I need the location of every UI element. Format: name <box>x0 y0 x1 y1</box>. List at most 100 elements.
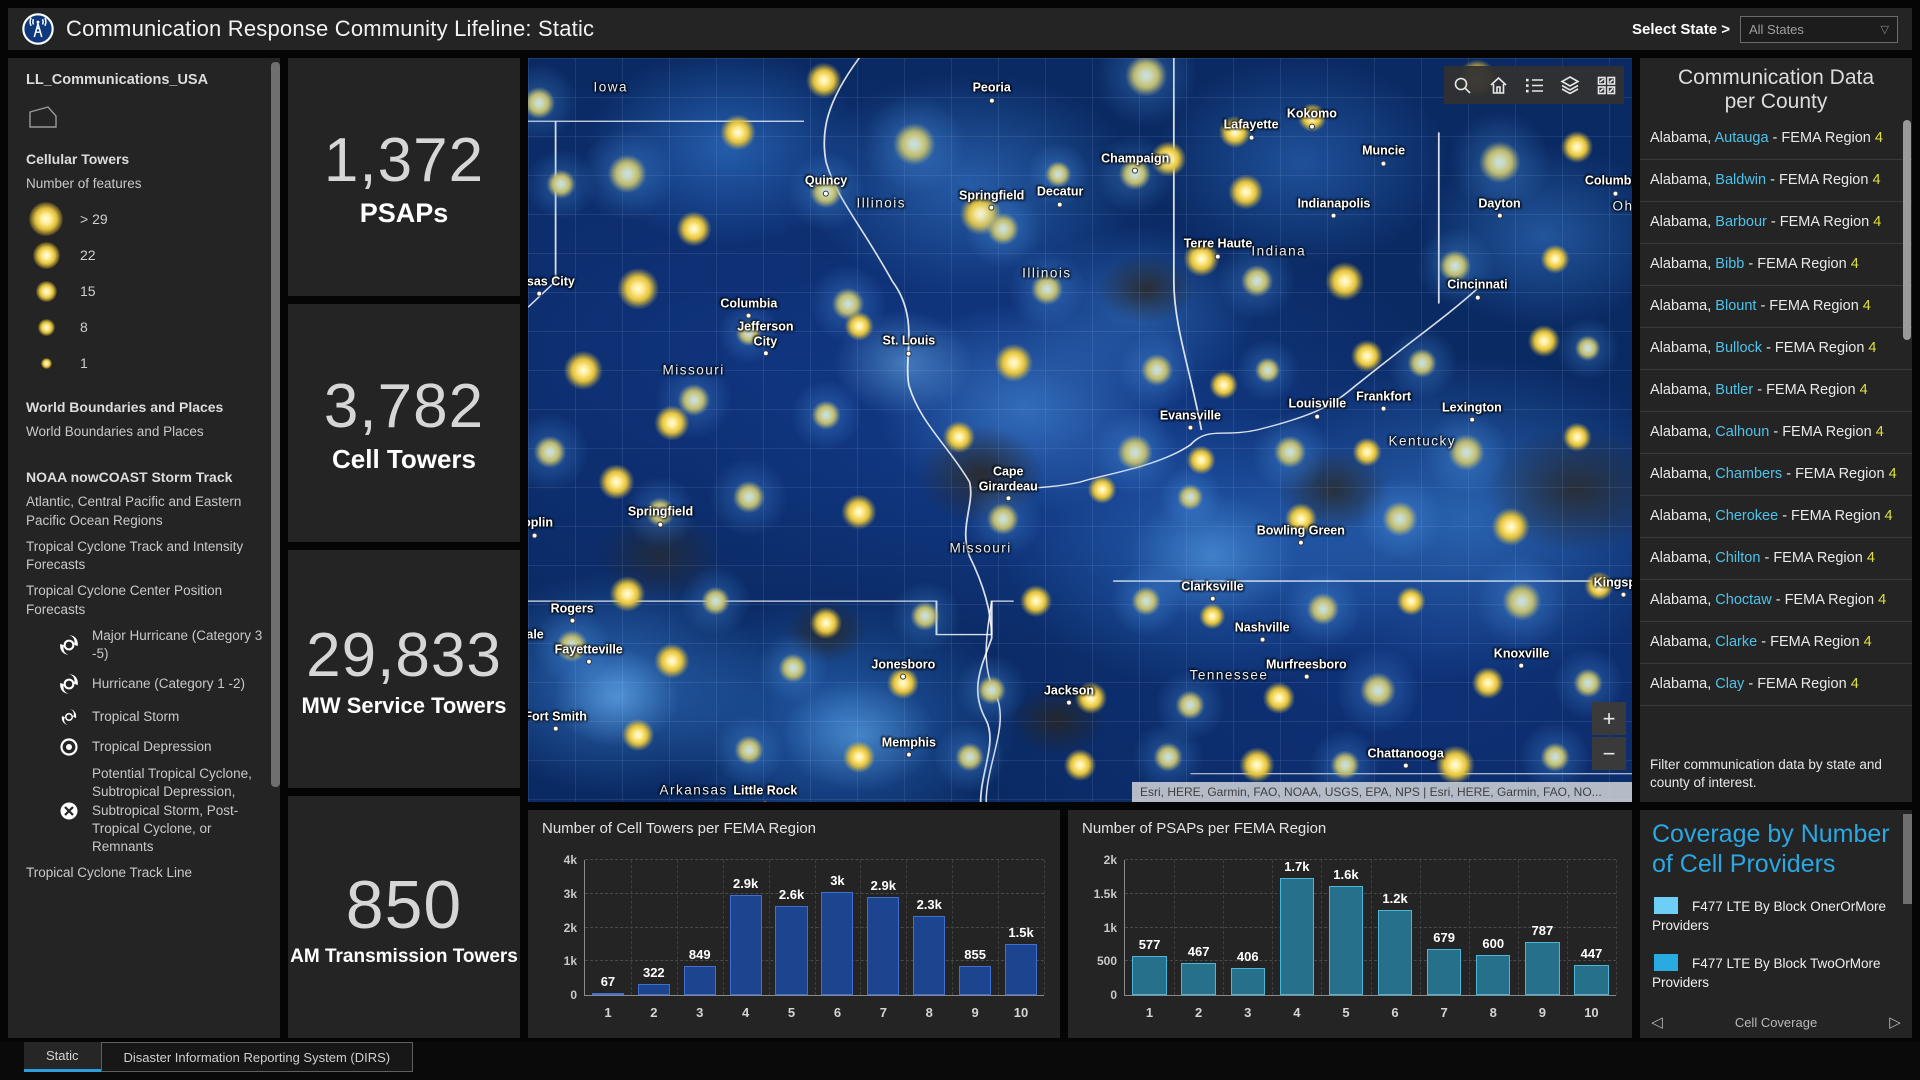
coverage-legend-item: F477 LTE By Block TwoOrMore Providers <box>1652 954 1900 993</box>
state-dropdown[interactable]: All States ▽ <box>1740 16 1898 43</box>
bar[interactable] <box>913 916 945 995</box>
county-row[interactable]: Alabama, Bibb - FEMA Region 4 <box>1640 244 1912 286</box>
county-name: Cherokee <box>1715 508 1778 524</box>
select-state-label: Select State > <box>1632 21 1730 38</box>
cell-tower-glow-icon <box>1383 502 1418 537</box>
tower-size-label: 1 <box>80 355 88 371</box>
fema-region-number: 4 <box>1860 382 1868 398</box>
county-row[interactable]: Alabama, Cherokee - FEMA Region 4 <box>1640 496 1912 538</box>
cell-tower-glow-icon <box>845 311 874 340</box>
cell-tower-glow-icon <box>556 630 588 662</box>
county-row[interactable]: Alabama, Choctaw - FEMA Region 4 <box>1640 580 1912 622</box>
bar[interactable] <box>775 906 807 995</box>
storm-symbol-row: Tropical Storm <box>54 705 276 729</box>
bar[interactable] <box>592 993 624 995</box>
coverage-scrollbar[interactable] <box>1903 814 1912 904</box>
county-row[interactable]: Alabama, Butler - FEMA Region 4 <box>1640 370 1912 412</box>
bar-value-label: 679 <box>1433 930 1455 945</box>
storm-symbol-label: Tropical Depression <box>92 738 212 756</box>
cell-tower-glow-icon <box>1118 435 1153 470</box>
basemap-icon[interactable] <box>1588 66 1624 104</box>
bar[interactable] <box>1132 956 1166 995</box>
cell-tower-glow-icon <box>1540 743 1569 772</box>
county-panel-title: Communication Data per County <box>1640 58 1912 118</box>
cell-tower-glow-icon <box>734 736 763 765</box>
x-axis-tick: 4 <box>1272 1005 1321 1020</box>
county-row[interactable]: Alabama, Chambers - FEMA Region 4 <box>1640 454 1912 496</box>
cell-tower-glow-icon <box>911 602 940 631</box>
county-data-panel: Communication Data per County Alabama, A… <box>1640 58 1912 802</box>
bar[interactable] <box>730 895 762 995</box>
cell-tower-glow-icon <box>1045 161 1071 187</box>
bar[interactable] <box>1476 955 1510 996</box>
county-row[interactable]: Alabama, Autauga - FEMA Region 4 <box>1640 118 1912 160</box>
glow-dot-icon <box>38 319 55 336</box>
x-axis-tick: 9 <box>952 1005 998 1020</box>
county-row[interactable]: Alabama, Calhoun - FEMA Region 4 <box>1640 412 1912 454</box>
county-row[interactable]: Alabama, Bullock - FEMA Region 4 <box>1640 328 1912 370</box>
cell-tower-glow-icon <box>1573 669 1602 698</box>
bar[interactable] <box>1329 886 1363 995</box>
cell-tower-glow-icon <box>1132 587 1161 616</box>
county-name: Choctaw <box>1715 592 1771 608</box>
county-list-scrollbar[interactable] <box>1903 120 1911 340</box>
tab-dirs[interactable]: Disaster Information Reporting System (D… <box>101 1042 414 1072</box>
bar[interactable] <box>1181 963 1215 995</box>
bar[interactable] <box>959 966 991 995</box>
legend-icon[interactable] <box>1516 66 1552 104</box>
county-row[interactable]: Alabama, Clay - FEMA Region 4 <box>1640 664 1912 706</box>
cellular-towers-heading: Cellular Towers <box>26 151 276 167</box>
cell-tower-glow-icon <box>1584 572 1613 601</box>
cell-tower-glow-icon <box>1575 335 1601 361</box>
x-axis-tick: 5 <box>1321 1005 1370 1020</box>
layers-icon[interactable] <box>1552 66 1588 104</box>
bar[interactable] <box>638 984 670 995</box>
x-axis-tick: 8 <box>906 1005 952 1020</box>
fema-region-number: 4 <box>1873 214 1881 230</box>
legend-scrollbar[interactable] <box>271 62 280 787</box>
bar[interactable] <box>1005 944 1037 995</box>
bar[interactable] <box>1280 878 1314 995</box>
bar-value-label: 2.9k <box>733 876 758 891</box>
y-axis-tick: 2k <box>564 921 577 935</box>
bar[interactable] <box>1574 965 1608 995</box>
storm-symbol-row: Hurricane (Category 1 -2) <box>54 671 276 697</box>
tower-size-legend: > 29221581 <box>26 201 276 381</box>
cell-tower-glow-icon <box>1154 743 1183 772</box>
cell-tower-glow-icon <box>1274 436 1306 468</box>
am-towers-label: AM Transmission Towers <box>290 946 518 968</box>
bar[interactable] <box>1525 942 1559 995</box>
y-axis-tick: 2k <box>1104 853 1117 867</box>
y-axis-tick: 0 <box>570 988 577 1002</box>
bar[interactable] <box>821 892 853 995</box>
psaps-plot: 05001k1.5k2k5771467240631.7k41.6k51.2k66… <box>1124 860 1616 996</box>
cell-tower-glow-icon <box>1562 423 1591 452</box>
bar-value-label: 447 <box>1581 946 1603 961</box>
bar-value-label: 1.2k <box>1382 891 1407 906</box>
tab-static[interactable]: Static <box>24 1042 101 1072</box>
county-row[interactable]: Alabama, Blount - FEMA Region 4 <box>1640 286 1912 328</box>
y-axis-tick: 0 <box>1110 988 1117 1002</box>
zoom-out-button[interactable]: − <box>1592 737 1626 770</box>
bar[interactable] <box>1231 968 1265 995</box>
bar[interactable] <box>1427 949 1461 995</box>
tower-size-class: 1 <box>26 345 276 381</box>
coverage-map[interactable]: IowaPeoriaLafayetteKokomoMuncieChampaign… <box>528 58 1632 802</box>
bar[interactable] <box>867 897 899 995</box>
x-axis-tick: 3 <box>1223 1005 1272 1020</box>
county-row[interactable]: Alabama, Clarke - FEMA Region 4 <box>1640 622 1912 664</box>
glow-dot-icon <box>41 358 52 369</box>
county-row[interactable]: Alabama, Baldwin - FEMA Region 4 <box>1640 160 1912 202</box>
cell-tower-glow-icon <box>1219 116 1251 148</box>
zoom-in-button[interactable]: + <box>1592 702 1626 735</box>
bar[interactable] <box>684 966 716 995</box>
county-row[interactable]: Alabama, Chilton - FEMA Region 4 <box>1640 538 1912 580</box>
bar[interactable] <box>1378 910 1412 995</box>
x-axis-tick: 7 <box>1420 1005 1469 1020</box>
county-row[interactable]: Alabama, Barbour - FEMA Region 4 <box>1640 202 1912 244</box>
pager-next-icon[interactable]: ▷ <box>1878 1013 1912 1031</box>
psaps-chart-title: Number of PSAPs per FEMA Region <box>1068 810 1632 837</box>
pager-prev-icon[interactable]: ◁ <box>1640 1013 1674 1031</box>
home-icon[interactable] <box>1480 66 1516 104</box>
search-icon[interactable] <box>1444 66 1480 104</box>
